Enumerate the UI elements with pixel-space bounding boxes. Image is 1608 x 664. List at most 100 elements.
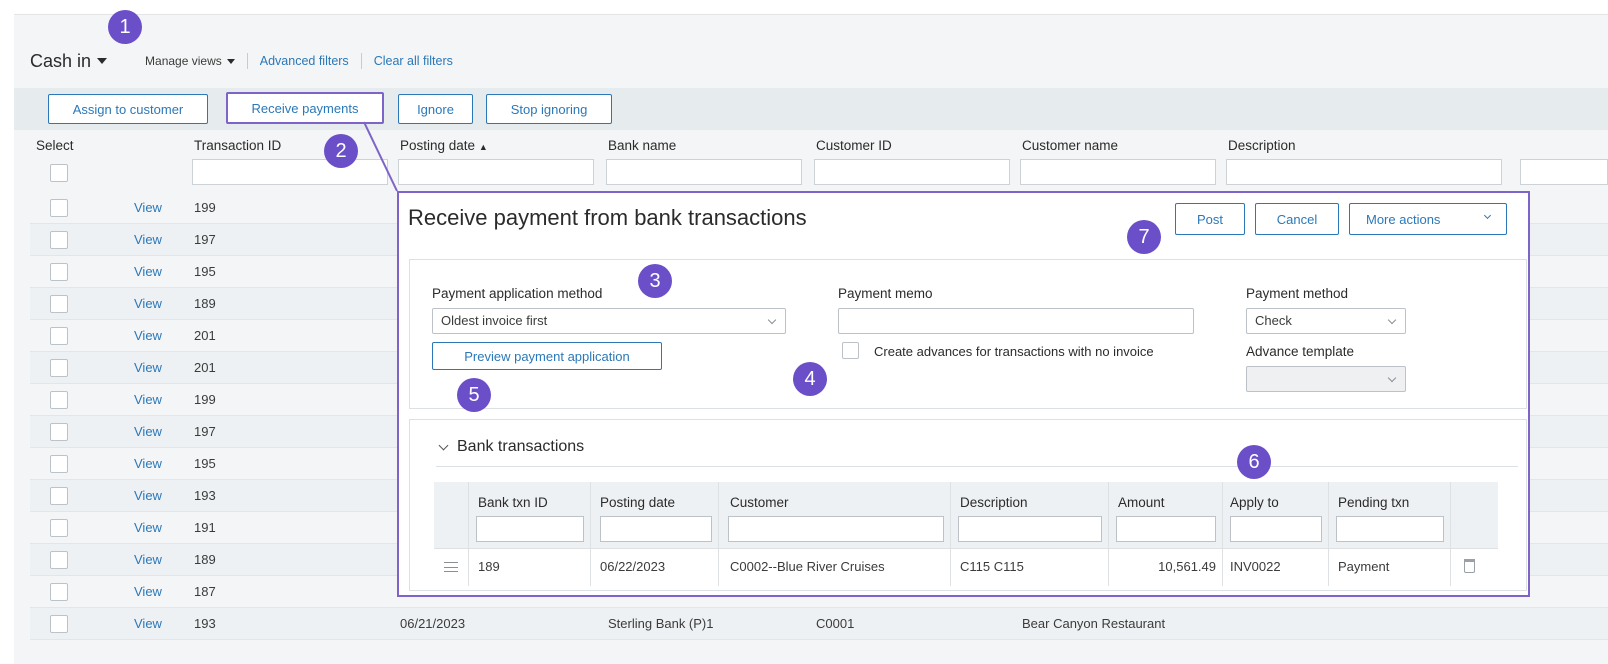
row-checkbox[interactable] [50,391,68,409]
more-actions-button[interactable]: More actions [1349,203,1507,235]
row-checkbox[interactable] [50,359,68,377]
col-customer: Customer [730,495,789,510]
col-bank-name[interactable]: Bank name [608,138,676,153]
create-advances-label: Create advances for transactions with no… [874,344,1154,359]
row-transaction-id: 189 [194,552,216,567]
receive-payment-dialog: Receive payment from bank transactions P… [397,191,1530,597]
col-posting-date[interactable]: Posting date ▲ [400,138,488,153]
filter-transaction-id[interactable] [192,159,388,185]
cancel-button[interactable]: Cancel [1255,203,1339,235]
col-transaction-id[interactable]: Transaction ID [194,138,281,153]
payment-application-method-select[interactable]: Oldest invoice first [432,308,786,334]
more-actions-label: More actions [1366,211,1441,227]
advance-template-label: Advance template [1246,344,1355,359]
callout-7: 7 [1127,220,1161,254]
row-view-link[interactable]: View [134,200,162,215]
divider [434,548,1498,549]
row-view-link[interactable]: View [134,616,162,631]
sort-asc-icon: ▲ [478,142,488,152]
preview-payment-application-button[interactable]: Preview payment application [432,342,662,370]
row-view-link[interactable]: View [134,552,162,567]
row-view-link[interactable]: View [134,584,162,599]
col-description[interactable]: Description [1228,138,1296,153]
row-posting-date: 06/21/2023 [400,616,466,631]
grid-divider [950,482,951,586]
row-view-link[interactable]: View [134,232,162,247]
row-view-link[interactable]: View [134,520,162,535]
filter-apply-to[interactable] [1230,516,1322,542]
row-checkbox[interactable] [50,519,68,537]
row-posting-date: 06/22/2023 [600,559,666,574]
row-transaction-id: 197 [194,424,216,439]
drag-handle-icon[interactable] [444,562,458,572]
row-view-link[interactable]: View [134,360,162,375]
clear-filters-link[interactable]: Clear all filters [374,54,453,68]
post-button[interactable]: Post [1175,203,1245,235]
filter-description[interactable] [958,516,1102,542]
bank-transactions-toggle[interactable]: Bank transactions [438,438,584,456]
row-checkbox[interactable] [50,551,68,569]
assign-to-customer-button[interactable]: Assign to customer [48,94,208,124]
filter-posting-date[interactable] [398,159,594,185]
row-checkbox[interactable] [50,423,68,441]
row-view-link[interactable]: View [134,328,162,343]
row-checkbox[interactable] [50,231,68,249]
filter-pending-txn[interactable] [1336,516,1444,542]
row-bank-name: Sterling Bank (P)1 [608,616,714,631]
bank-transactions-grid: Bank txn ID Posting date Customer Descri… [434,482,1498,586]
col-amount: Amount [1118,495,1165,510]
filter-posting-date[interactable] [600,516,712,542]
callout-1: 1 [108,10,142,44]
chevron-down-icon [1387,315,1397,325]
chevron-down-icon [438,440,449,450]
row-view-link[interactable]: View [134,296,162,311]
callout-6: 6 [1237,445,1271,479]
payment-memo-input[interactable] [838,308,1194,334]
chevron-down-icon [1483,211,1492,220]
view-selector[interactable]: Cash in [30,51,108,72]
row-transaction-id: 199 [194,200,216,215]
row-view-link[interactable]: View [134,392,162,407]
row-apply-to: INV0022 [1230,559,1281,574]
trash-icon[interactable] [1464,559,1475,573]
row-checkbox[interactable] [50,199,68,217]
row-view-link[interactable]: View [134,264,162,279]
row-bank-txn-id: 189 [478,559,500,574]
filter-description[interactable] [1226,159,1502,185]
col-customer-id[interactable]: Customer ID [816,138,892,153]
row-checkbox[interactable] [50,615,68,633]
advanced-filters-link[interactable]: Advanced filters [260,54,349,68]
filter-customer-id[interactable] [814,159,1010,185]
payment-form-panel: Payment application method Oldest invoic… [409,259,1527,409]
advance-template-select[interactable] [1246,366,1406,392]
grid-divider [718,482,719,586]
payment-method-select[interactable]: Check [1246,308,1406,334]
row-checkbox[interactable] [50,263,68,281]
col-description: Description [960,495,1028,510]
row-view-link[interactable]: View [134,424,162,439]
payment-method-value: Check [1255,313,1292,328]
filter-customer[interactable] [728,516,944,542]
filter-amount[interactable] [1116,516,1216,542]
filter-extra[interactable] [1520,159,1608,185]
manage-views-menu[interactable]: Manage views [145,54,235,68]
row-checkbox[interactable] [50,487,68,505]
view-bar: Cash in Manage views Advanced filters Cl… [30,50,453,72]
row-checkbox[interactable] [50,455,68,473]
stop-ignoring-button[interactable]: Stop ignoring [486,94,612,124]
callout-4: 4 [793,362,827,396]
row-checkbox[interactable] [50,327,68,345]
col-customer-name[interactable]: Customer name [1022,138,1118,153]
filter-bank-name[interactable] [606,159,802,185]
select-all-checkbox[interactable] [50,164,68,182]
row-view-link[interactable]: View [134,456,162,471]
row-checkbox[interactable] [50,295,68,313]
row-view-link[interactable]: View [134,488,162,503]
grid-divider [1328,482,1329,586]
col-bank-txn-id: Bank txn ID [478,495,548,510]
filter-bank-txn-id[interactable] [476,516,584,542]
chevron-down-icon [767,315,777,325]
create-advances-checkbox[interactable] [842,342,859,359]
filter-customer-name[interactable] [1020,159,1216,185]
row-checkbox[interactable] [50,583,68,601]
